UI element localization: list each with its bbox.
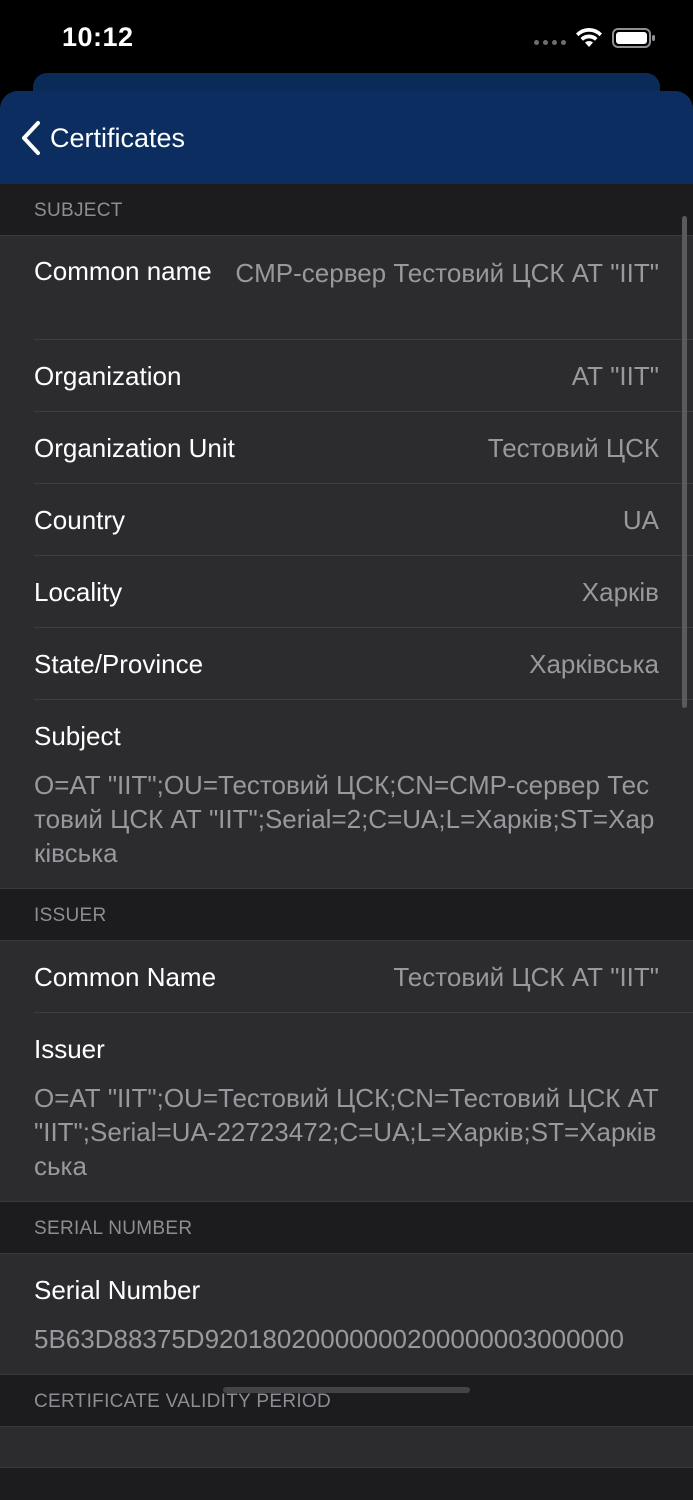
row-label: State/Province [34, 648, 204, 679]
scroll-indicator[interactable] [682, 216, 687, 708]
back-button[interactable]: Certificates [20, 119, 185, 157]
home-indicator[interactable] [223, 1387, 470, 1393]
chevron-left-icon [22, 121, 40, 155]
serial-number-group: Serial Number 5B63D88375D920180200000002… [0, 1253, 693, 1375]
row-value: 5B63D88375D92018020000000200000003000000 [34, 1324, 624, 1354]
subject-country-row: Country UA [0, 484, 693, 556]
status-time: 10:12 [62, 22, 134, 52]
subject-state-row: State/Province Харківська [0, 628, 693, 700]
back-button-label: Certificates [50, 122, 186, 153]
cellular-signal-icon [534, 40, 566, 48]
subject-locality-row: Locality Харків [0, 556, 693, 628]
issuer-common-name-row: Common Name Тестовий ЦСК АТ "IIT" [0, 941, 693, 1013]
row-label: Serial Number [34, 1275, 201, 1305]
details-list[interactable]: SUBJECT Common name CMP-сервер Тестовий … [0, 184, 693, 1468]
row-label: Common name [34, 256, 212, 286]
row-label: Issuer [34, 1034, 105, 1064]
row-label: Subject [34, 721, 121, 751]
row-label: Common Name [34, 961, 217, 992]
section-header-serial-number: SERIAL NUMBER [0, 1202, 693, 1253]
validity-group [0, 1426, 693, 1468]
row-value: Тестовий ЦСК АТ "IIT" [393, 962, 659, 992]
section-header-issuer: ISSUER [0, 889, 693, 940]
issuer-group: Common Name Тестовий ЦСК АТ "IIT" Issuer… [0, 940, 693, 1202]
section-header-validity-period: CERTIFICATE VALIDITY PERIOD [0, 1375, 693, 1426]
row-value: O=АТ "IIT";OU=Тестовий ЦСК;CN=CMP-сервер… [34, 770, 655, 868]
row-label: Organization Unit [34, 432, 235, 463]
row-value: Харківська [529, 649, 659, 679]
serial-number-row: Serial Number 5B63D88375D920180200000002… [0, 1254, 693, 1374]
subject-organization-row: Organization АТ "IIT" [0, 340, 693, 412]
section-header-subject: SUBJECT [0, 184, 693, 235]
row-label: Organization [34, 360, 182, 391]
subject-common-name-row: Common name CMP-сервер Тестовий ЦСК АТ "… [0, 236, 693, 340]
subject-group: Common name CMP-сервер Тестовий ЦСК АТ "… [0, 235, 693, 889]
subject-full-row: Subject O=АТ "IIT";OU=Тестовий ЦСК;CN=CM… [0, 700, 693, 888]
row-value: UA [622, 505, 659, 535]
row-value: O=АТ "IIT";OU=Тестовий ЦСК;CN=Тестовий Ц… [34, 1083, 659, 1181]
row-value: Харків [581, 577, 659, 607]
certificate-details-sheet: Certificates SUBJECT Common name CMP-сер… [0, 91, 693, 1500]
subject-organization-unit-row: Organization Unit Тестовий ЦСК [0, 412, 693, 484]
wifi-icon [574, 26, 604, 48]
row-value: Тестовий ЦСК [487, 433, 659, 463]
row-label: Locality [34, 576, 123, 607]
issuer-full-row: Issuer O=АТ "IIT";OU=Тестовий ЦСК;CN=Тес… [0, 1013, 693, 1201]
status-bar: 10:12 [0, 0, 693, 76]
battery-icon [612, 28, 656, 48]
row-label: Country [34, 504, 126, 535]
row-value: АТ "IIT" [571, 361, 659, 391]
navigation-bar: Certificates [0, 91, 693, 184]
row-value: CMP-сервер Тестовий ЦСК АТ "IIT" [235, 258, 659, 288]
